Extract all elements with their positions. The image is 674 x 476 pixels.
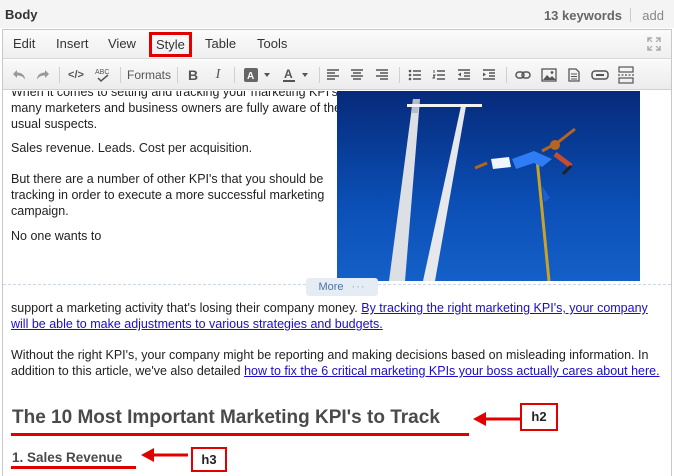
- bold-icon[interactable]: B: [184, 65, 202, 85]
- editor-content[interactable]: When it comes to setting and tracking yo…: [3, 91, 671, 476]
- field-label: Body: [5, 7, 38, 22]
- toolbar-divider: [59, 67, 60, 83]
- keyword-count[interactable]: 13 keywords: [544, 8, 622, 23]
- bullet-list-icon[interactable]: [406, 65, 424, 85]
- h3-highlight-underline: [11, 466, 136, 469]
- toolbar-divider: [177, 67, 178, 83]
- spellcheck-icon[interactable]: ABC: [91, 65, 115, 85]
- paragraph-text: support a marketing activity that's losi…: [11, 301, 358, 315]
- document-icon[interactable]: [564, 65, 584, 85]
- toolbar-divider: [319, 67, 320, 83]
- inline-link[interactable]: how to fix the 6 critical marketing KPIs…: [244, 364, 659, 378]
- source-code-icon[interactable]: </>: [65, 65, 87, 85]
- more-dots-icon: ···: [351, 281, 366, 293]
- more-button[interactable]: More ···: [306, 278, 378, 296]
- undo-icon[interactable]: [9, 65, 29, 85]
- menu-tools[interactable]: Tools: [257, 36, 287, 51]
- field-header: Body 13 keywords add: [0, 0, 674, 28]
- svg-text:A: A: [284, 67, 293, 81]
- formats-dropdown[interactable]: Formats: [125, 65, 173, 85]
- italic-icon[interactable]: I: [209, 65, 227, 85]
- toolbar: </> ABC Formats B I A A: [3, 60, 671, 90]
- menu-insert[interactable]: Insert: [56, 36, 89, 51]
- divider: [630, 8, 631, 22]
- toolbar-divider: [234, 67, 235, 83]
- numbered-list-icon[interactable]: [430, 65, 448, 85]
- more-label: More: [318, 281, 344, 293]
- indent-icon[interactable]: [480, 65, 498, 85]
- toolbar-divider: [399, 67, 400, 83]
- image-icon[interactable]: [539, 65, 559, 85]
- h2-callout-arrow-icon: [473, 412, 520, 426]
- menu-style[interactable]: Style: [149, 32, 192, 57]
- redo-icon[interactable]: [33, 65, 53, 85]
- media-icon[interactable]: [589, 65, 611, 85]
- paragraph: support a marketing activity that's losi…: [11, 300, 661, 332]
- align-left-icon[interactable]: [324, 65, 342, 85]
- h2-highlight-underline: [11, 433, 469, 436]
- text-color-icon[interactable]: A: [279, 65, 313, 85]
- heading-h3: 1. Sales Revenue: [12, 450, 123, 465]
- menubar: Edit Insert View Style Table Tools: [3, 30, 671, 59]
- page-break-icon[interactable]: [615, 65, 637, 85]
- paragraph: Without the right KPI's, your company mi…: [11, 347, 661, 379]
- toolbar-divider: [506, 67, 507, 83]
- background-color-icon[interactable]: A: [241, 65, 275, 85]
- svg-text:A: A: [247, 71, 254, 82]
- heading-h2: The 10 Most Important Marketing KPI's to…: [12, 407, 440, 428]
- add-link[interactable]: add: [642, 8, 664, 23]
- menu-view[interactable]: View: [108, 36, 136, 51]
- link-icon[interactable]: [513, 65, 533, 85]
- align-right-icon[interactable]: [373, 65, 391, 85]
- align-center-icon[interactable]: [348, 65, 366, 85]
- pole-vault-image[interactable]: [337, 91, 640, 281]
- paragraph: But there are a number of other KPI's th…: [11, 172, 325, 218]
- h3-callout-label: h3: [191, 447, 227, 472]
- paragraph: Sales revenue. Leads. Cost per acquisiti…: [11, 141, 253, 155]
- fullscreen-icon[interactable]: [647, 37, 661, 51]
- h2-callout-label: h2: [520, 403, 558, 431]
- paragraph: No one wants to: [11, 229, 102, 243]
- outdent-icon[interactable]: [455, 65, 473, 85]
- menu-table[interactable]: Table: [205, 36, 236, 51]
- rich-text-editor: Edit Insert View Style Table Tools </> A…: [2, 29, 672, 476]
- paragraph: When it comes to setting and tracking yo…: [11, 91, 342, 131]
- menu-edit[interactable]: Edit: [13, 36, 35, 51]
- h3-callout-arrow-icon: [141, 448, 188, 462]
- toolbar-divider: [120, 67, 121, 83]
